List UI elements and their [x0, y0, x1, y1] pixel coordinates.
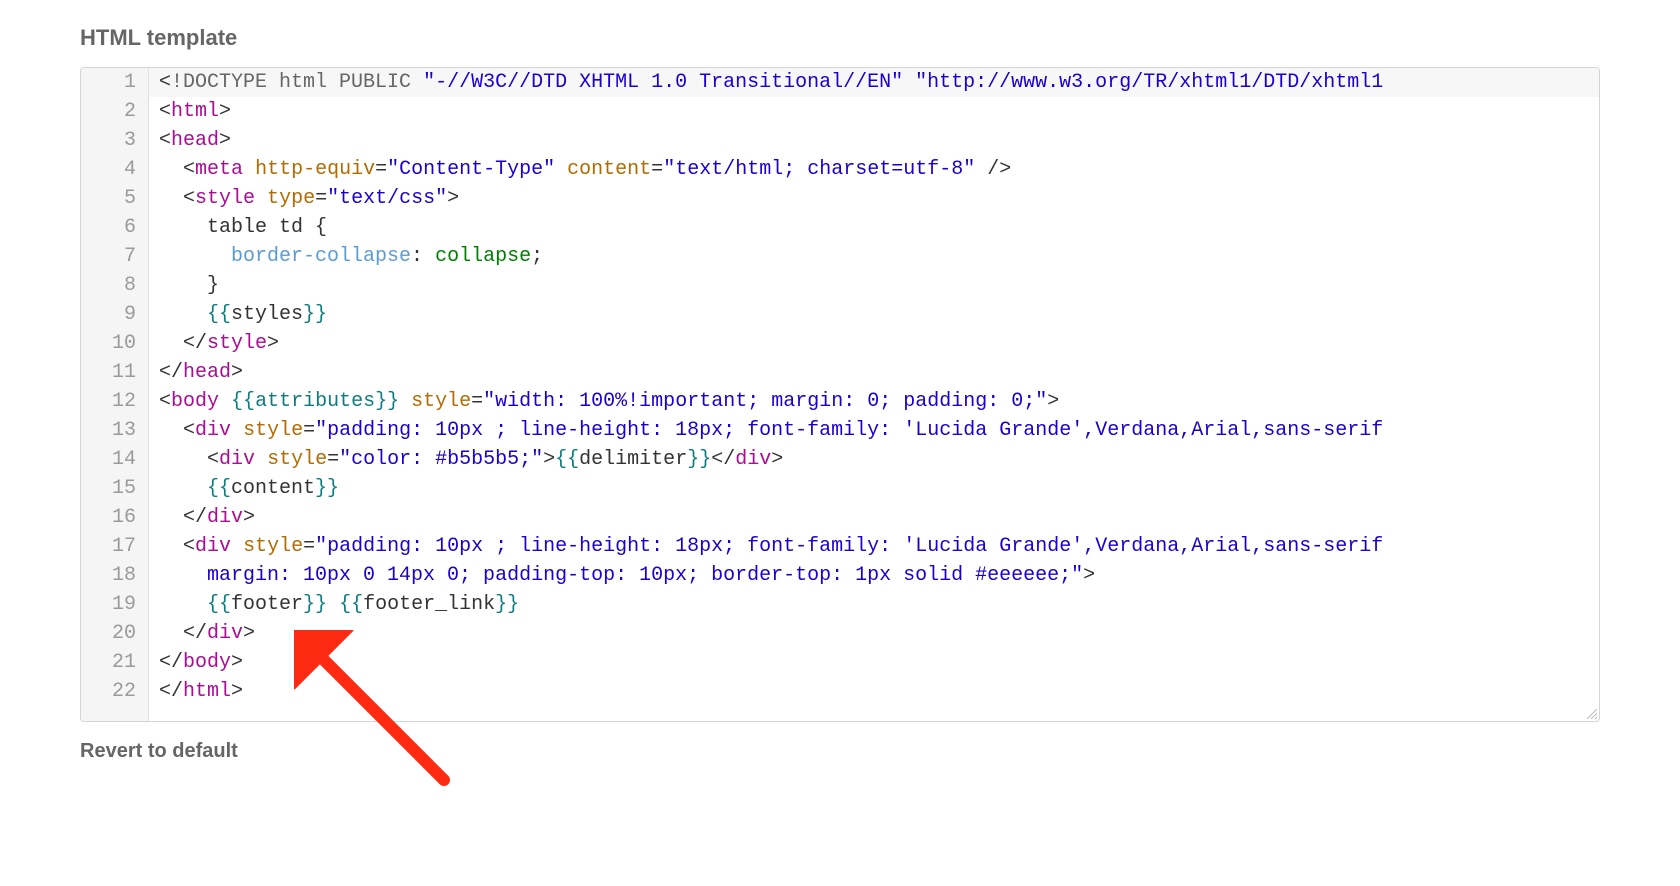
- line-number: 16: [81, 503, 149, 532]
- code-line[interactable]: 10 </style>: [81, 329, 1599, 358]
- code-content[interactable]: border-collapse: collapse;: [149, 242, 543, 271]
- line-number: 2: [81, 97, 149, 126]
- code-line[interactable]: 22</html>: [81, 677, 1599, 706]
- code-content[interactable]: <head>: [149, 126, 231, 155]
- revert-to-default-link[interactable]: Revert to default: [80, 740, 238, 763]
- line-number: [81, 706, 149, 721]
- code-line[interactable]: 15 {{content}}: [81, 474, 1599, 503]
- code-content[interactable]: </style>: [149, 329, 279, 358]
- code-line[interactable]: 2<html>: [81, 97, 1599, 126]
- code-content[interactable]: </div>: [149, 503, 255, 532]
- code-line[interactable]: 13 <div style="padding: 10px ; line-heig…: [81, 416, 1599, 445]
- line-number: 12: [81, 387, 149, 416]
- code-line[interactable]: 5 <style type="text/css">: [81, 184, 1599, 213]
- line-number: 18: [81, 561, 149, 590]
- code-line[interactable]: 8 }: [81, 271, 1599, 300]
- line-number: 11: [81, 358, 149, 387]
- line-number: 15: [81, 474, 149, 503]
- line-number: 4: [81, 155, 149, 184]
- line-number: 10: [81, 329, 149, 358]
- line-number: 19: [81, 590, 149, 619]
- line-number: 5: [81, 184, 149, 213]
- code-line[interactable]: 16 </div>: [81, 503, 1599, 532]
- line-number: 9: [81, 300, 149, 329]
- code-content[interactable]: <style type="text/css">: [149, 184, 459, 213]
- code-content[interactable]: </html>: [149, 677, 243, 706]
- line-number: 22: [81, 677, 149, 706]
- code-line[interactable]: 19 {{footer}} {{footer_link}}: [81, 590, 1599, 619]
- code-content[interactable]: }: [149, 271, 219, 300]
- code-line[interactable]: 1<!DOCTYPE html PUBLIC "-//W3C//DTD XHTM…: [81, 68, 1599, 97]
- code-line[interactable]: 20 </div>: [81, 619, 1599, 648]
- code-content[interactable]: {{footer}} {{footer_link}}: [149, 590, 519, 619]
- line-number: 8: [81, 271, 149, 300]
- line-number: 13: [81, 416, 149, 445]
- code-line[interactable]: 4 <meta http-equiv="Content-Type" conten…: [81, 155, 1599, 184]
- code-content[interactable]: <!DOCTYPE html PUBLIC "-//W3C//DTD XHTML…: [149, 68, 1383, 97]
- line-number: 20: [81, 619, 149, 648]
- code-content[interactable]: <div style="padding: 10px ; line-height:…: [149, 532, 1383, 561]
- code-line[interactable]: 9 {{styles}}: [81, 300, 1599, 329]
- code-content[interactable]: <meta http-equiv="Content-Type" content=…: [149, 155, 1011, 184]
- section-title: HTML template: [80, 25, 1600, 51]
- code-content[interactable]: <html>: [149, 97, 231, 126]
- line-number: 21: [81, 648, 149, 677]
- code-line-empty[interactable]: [81, 706, 1599, 721]
- code-content[interactable]: [149, 706, 159, 721]
- code-line[interactable]: 18 margin: 10px 0 14px 0; padding-top: 1…: [81, 561, 1599, 590]
- code-content[interactable]: </head>: [149, 358, 243, 387]
- code-content[interactable]: margin: 10px 0 14px 0; padding-top: 10px…: [149, 561, 1095, 590]
- code-line[interactable]: 3<head>: [81, 126, 1599, 155]
- line-number: 3: [81, 126, 149, 155]
- code-editor[interactable]: 1<!DOCTYPE html PUBLIC "-//W3C//DTD XHTM…: [80, 67, 1600, 722]
- line-number: 1: [81, 68, 149, 97]
- code-line[interactable]: 12<body {{attributes}} style="width: 100…: [81, 387, 1599, 416]
- line-number: 7: [81, 242, 149, 271]
- code-line[interactable]: 21</body>: [81, 648, 1599, 677]
- code-line[interactable]: 7 border-collapse: collapse;: [81, 242, 1599, 271]
- code-content[interactable]: <div style="color: #b5b5b5;">{{delimiter…: [149, 445, 783, 474]
- code-content[interactable]: {{content}}: [149, 474, 339, 503]
- code-line[interactable]: 11</head>: [81, 358, 1599, 387]
- code-line[interactable]: 6 table td {: [81, 213, 1599, 242]
- code-content[interactable]: </body>: [149, 648, 243, 677]
- code-content[interactable]: </div>: [149, 619, 255, 648]
- code-line[interactable]: 17 <div style="padding: 10px ; line-heig…: [81, 532, 1599, 561]
- code-content[interactable]: table td {: [149, 213, 327, 242]
- code-content[interactable]: <div style="padding: 10px ; line-height:…: [149, 416, 1383, 445]
- line-number: 17: [81, 532, 149, 561]
- line-number: 6: [81, 213, 149, 242]
- resize-handle-icon[interactable]: [1585, 707, 1597, 719]
- code-content[interactable]: {{styles}}: [149, 300, 327, 329]
- line-number: 14: [81, 445, 149, 474]
- code-content[interactable]: <body {{attributes}} style="width: 100%!…: [149, 387, 1059, 416]
- template-editor-section: HTML template 1<!DOCTYPE html PUBLIC "-/…: [0, 0, 1680, 763]
- code-line[interactable]: 14 <div style="color: #b5b5b5;">{{delimi…: [81, 445, 1599, 474]
